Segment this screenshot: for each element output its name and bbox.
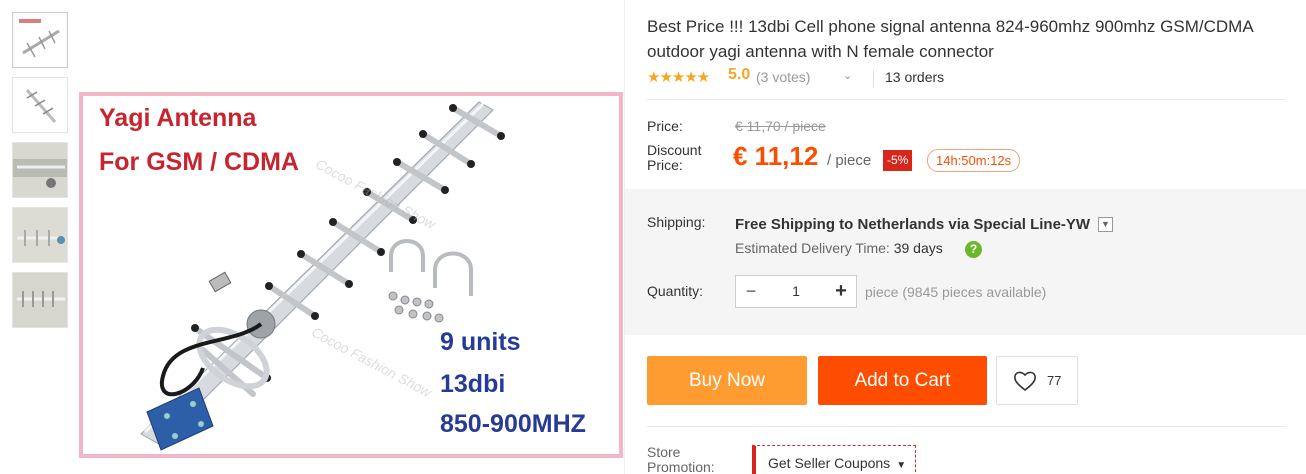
- image-spec-gain: 13dbi: [440, 370, 506, 398]
- heart-icon: [1014, 371, 1036, 392]
- rating-score: 5.0: [728, 66, 751, 83]
- product-title: Best Price !!! 13dbi Cell phone signal a…: [647, 17, 1253, 61]
- buy-now-button[interactable]: Buy Now: [647, 356, 807, 405]
- thumbnail-3[interactable]: [12, 142, 68, 198]
- price-unit: / piece: [827, 152, 872, 169]
- thumbnail-1[interactable]: [12, 12, 68, 68]
- divider: [647, 426, 1285, 427]
- shipping-dropdown-icon[interactable]: ▼: [1098, 217, 1113, 232]
- image-title-line2: For GSM / CDMA: [99, 148, 299, 176]
- discount-price-label: Discount Price:: [647, 142, 702, 173]
- shipping-method[interactable]: Free Shipping to Netherlands via Special…: [735, 216, 1090, 233]
- shipping-label: Shipping:: [647, 214, 706, 230]
- divider: [873, 70, 874, 87]
- delivery-estimate-label: Estimated Delivery Time:: [735, 240, 890, 256]
- store-promotion-label: Store Promotion:: [647, 444, 715, 474]
- increase-quantity-button[interactable]: +: [826, 276, 856, 307]
- stock-availability: piece (9845 pieces available): [865, 284, 1047, 300]
- thumbnail-2[interactable]: [12, 77, 68, 133]
- get-seller-coupons-button[interactable]: Get Seller Coupons ▼: [752, 445, 916, 474]
- thumbnail-list: [12, 12, 68, 337]
- quantity-input[interactable]: 1: [770, 276, 822, 307]
- wishlist-button[interactable]: 77: [996, 356, 1078, 405]
- delivery-days: 39 days: [893, 240, 943, 256]
- image-spec-frequency: 850-900MHZ: [440, 410, 586, 438]
- original-price: € 11,70 / piece: [735, 118, 826, 134]
- thumbnail-4[interactable]: [12, 207, 68, 263]
- price-label: Price:: [647, 118, 683, 134]
- add-to-cart-button[interactable]: Add to Cart: [818, 356, 987, 405]
- orders-count: 13 orders: [885, 69, 945, 85]
- coupon-label: Get Seller Coupons: [768, 455, 891, 471]
- discount-badge: -5%: [883, 150, 913, 171]
- main-product-image[interactable]: Yagi Antenna For GSM / CDMA Cocoo Fashio…: [79, 92, 623, 458]
- wishlist-count: 77: [1047, 373, 1062, 388]
- votes-link[interactable]: (3 votes): [756, 69, 810, 85]
- help-icon[interactable]: ?: [965, 241, 982, 258]
- quantity-label: Quantity:: [647, 283, 704, 299]
- star-rating-icon: ★★★★★: [647, 69, 710, 86]
- image-spec-units: 9 units: [440, 328, 521, 356]
- caret-down-icon: ▼: [896, 460, 907, 471]
- countdown-timer: 14h:50m:12s: [927, 149, 1021, 172]
- quantity-stepper: − 1 +: [735, 275, 857, 308]
- chevron-down-icon[interactable]: ⌄: [843, 69, 852, 82]
- image-title-line1: Yagi Antenna: [99, 104, 257, 132]
- options-block: [625, 189, 1306, 335]
- rating-row: ★★★★★ 5.0 (3 votes) ⌄ 13 orders: [647, 66, 1285, 100]
- discount-price: € 11,12: [733, 141, 819, 171]
- thumbnail-5[interactable]: [12, 272, 68, 328]
- decrease-quantity-button[interactable]: −: [736, 276, 766, 307]
- delivery-estimate: Estimated Delivery Time: 39 days: [735, 240, 943, 256]
- product-info-panel: Best Price !!! 13dbi Cell phone signal a…: [624, 0, 1306, 474]
